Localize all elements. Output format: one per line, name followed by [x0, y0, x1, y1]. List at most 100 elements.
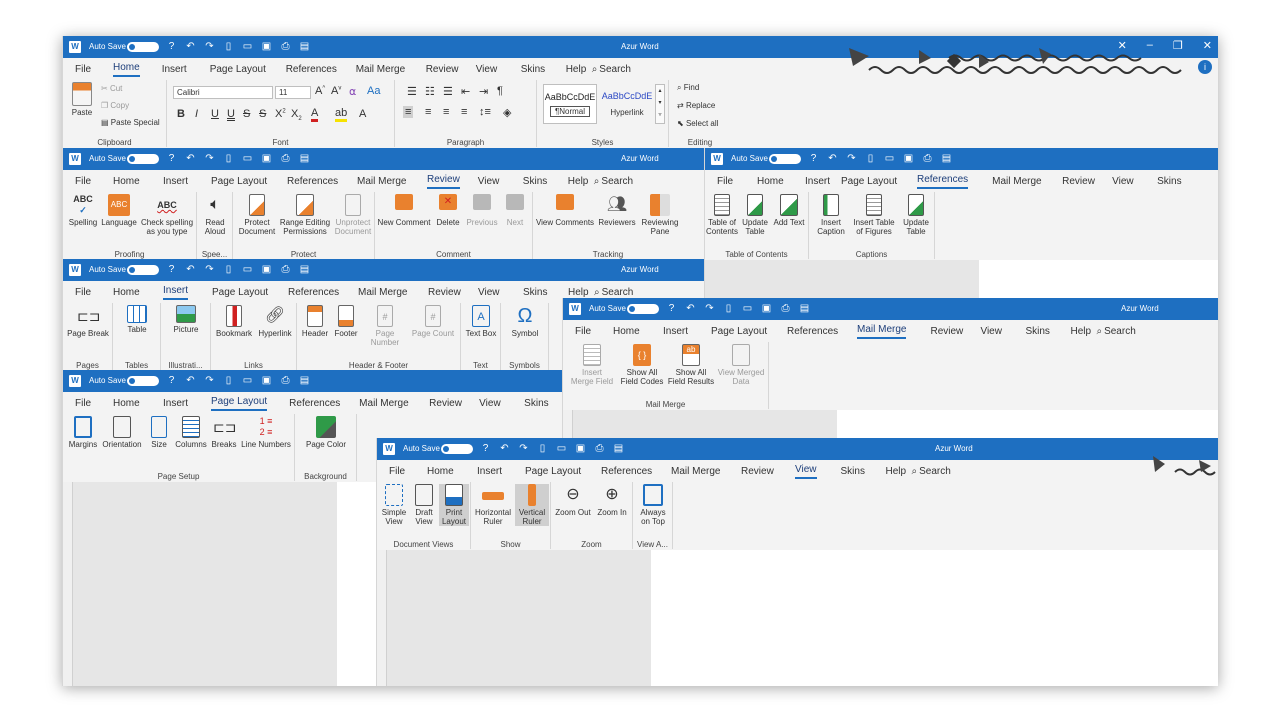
autosave-toggle[interactable] [127, 42, 159, 52]
tab-skins[interactable]: Skins [523, 287, 568, 298]
page-color-button[interactable]: Page Color [301, 416, 351, 449]
tab-references[interactable]: References [286, 64, 356, 75]
document-page[interactable] [651, 550, 1218, 686]
zoom-in-button[interactable]: ⊕ Zoom In [593, 484, 631, 517]
table-button[interactable]: Table [117, 305, 157, 334]
tab-file[interactable]: File [389, 466, 427, 477]
header-button[interactable]: Header [299, 305, 331, 338]
search-label[interactable]: Search [599, 64, 631, 75]
tab-page-layout[interactable]: Page Layout [211, 176, 287, 187]
print-icon[interactable]: ⎙ [279, 40, 292, 53]
tab-page-layout[interactable]: Page Layout [212, 287, 288, 298]
autosave-toggle[interactable] [127, 265, 159, 275]
tab-skins[interactable]: Skins [523, 176, 568, 187]
undo-icon[interactable]: ↶ [684, 302, 697, 315]
tab-insert[interactable]: Insert [163, 284, 189, 300]
tab-file[interactable]: File [75, 398, 113, 409]
tab-file[interactable]: File [75, 64, 113, 75]
redo-icon[interactable]: ↷ [203, 40, 216, 53]
search-icon[interactable]: ⌕ [1096, 326, 1102, 337]
read-aloud-button[interactable]: 🔈︎ Read Aloud [199, 194, 231, 236]
tab-view[interactable]: View [478, 176, 523, 187]
show-all-field-results-button[interactable]: ab Show All Field Results [667, 344, 715, 386]
print-preview-icon[interactable]: ▤ [298, 263, 311, 276]
vertical-ruler-button[interactable]: Vertical Ruler [515, 484, 549, 526]
tab-page-layout[interactable]: Page Layout [711, 326, 787, 337]
simple-view-button[interactable]: Simple View [379, 484, 409, 526]
print-preview-icon[interactable]: ▤ [298, 152, 311, 165]
open-folder-icon[interactable]: ▭ [883, 152, 896, 165]
new-document-icon[interactable]: ▯ [722, 302, 735, 315]
text-box-button[interactable]: A Text Box [463, 305, 499, 338]
tab-insert[interactable]: Insert [162, 64, 210, 75]
always-on-top-button[interactable]: Always on Top [635, 484, 671, 526]
autosave-toggle[interactable] [769, 154, 801, 164]
style-normal[interactable]: AaBbCcDdE ¶Normal [543, 84, 597, 124]
tab-review[interactable]: Review [428, 287, 478, 298]
autosave-toggle[interactable] [127, 154, 159, 164]
print-icon[interactable]: ⎙ [279, 263, 292, 276]
next-comment-button[interactable]: Next [501, 194, 529, 227]
insert-merge-field-button[interactable]: Insert Merge Field [567, 344, 617, 386]
insert-table-of-figures-button[interactable]: Insert Table of Figures [851, 194, 897, 236]
tab-home[interactable]: Home [427, 466, 477, 477]
grow-font-icon[interactable]: A^ [315, 85, 325, 97]
tab-view[interactable]: View [795, 463, 817, 479]
horizontal-ruler-button[interactable]: Horizontal Ruler [473, 484, 513, 526]
reviewing-pane-button[interactable]: Reviewing Pane [639, 194, 681, 236]
underline-icon[interactable]: U [211, 108, 219, 120]
redo-icon[interactable]: ↷ [703, 302, 716, 315]
tab-review[interactable]: Review [1062, 176, 1112, 187]
tab-skins[interactable]: Skins [1157, 176, 1187, 187]
save-icon[interactable]: ▣ [260, 263, 273, 276]
highlight-icon[interactable]: ab [335, 108, 348, 122]
strikethrough-icon[interactable]: S [243, 108, 250, 120]
redo-icon[interactable]: ↷ [845, 152, 858, 165]
update-table-figures-button[interactable]: Update Table [899, 194, 933, 236]
print-preview-icon[interactable]: ▤ [298, 40, 311, 53]
undo-icon[interactable]: ↶ [184, 152, 197, 165]
insert-caption-button[interactable]: Insert Caption [813, 194, 849, 236]
tab-mail-merge[interactable]: Mail Merge [359, 398, 429, 409]
tab-review[interactable]: Review [429, 398, 479, 409]
tab-help[interactable]: Help [566, 64, 592, 75]
tab-insert[interactable]: Insert [805, 176, 841, 187]
paste-button[interactable]: Paste [67, 82, 97, 117]
open-folder-icon[interactable]: ▭ [241, 374, 254, 387]
superscript-icon[interactable]: X2 [275, 108, 286, 120]
tab-mail-merge[interactable]: Mail Merge [857, 323, 907, 339]
tab-page-layout[interactable]: Page Layout [211, 395, 268, 411]
print-icon[interactable]: ⎙ [921, 152, 934, 165]
save-icon[interactable]: ▣ [574, 442, 587, 455]
show-marks-icon[interactable]: ¶ [497, 85, 503, 97]
tab-home[interactable]: Home [113, 61, 140, 77]
undo-icon[interactable]: ↶ [184, 263, 197, 276]
tab-view[interactable]: View [476, 64, 521, 75]
page-count-button[interactable]: # Page Count [409, 305, 457, 338]
show-all-field-codes-button[interactable]: { } Show All Field Codes [619, 344, 665, 386]
bookmark-button[interactable]: Bookmark [215, 305, 253, 338]
redo-icon[interactable]: ↷ [203, 152, 216, 165]
autosave-toggle[interactable] [441, 444, 473, 454]
redo-icon[interactable]: ↷ [203, 374, 216, 387]
symbol-button[interactable]: Ω Symbol [505, 305, 545, 338]
shrink-font-icon[interactable]: Av [331, 85, 341, 97]
styles-scroll[interactable]: ▴ ▾ ▿ [655, 84, 665, 124]
protect-document-button[interactable]: Protect Document [237, 194, 277, 236]
range-editing-button[interactable]: Range Editing Permissions [279, 194, 331, 236]
line-spacing-icon[interactable]: ↕≡ [479, 106, 491, 118]
align-right-icon[interactable]: ≡ [443, 106, 449, 118]
new-document-icon[interactable]: ▯ [222, 374, 235, 387]
view-comments-button[interactable]: View Comments [535, 194, 595, 227]
reviewers-button[interactable]: 👥︎ Reviewers [597, 194, 637, 227]
tab-review[interactable]: Review [426, 64, 476, 75]
new-document-icon[interactable]: ▯ [864, 152, 877, 165]
unprotect-document-button[interactable]: Unprotect Document [333, 194, 373, 236]
print-icon[interactable]: ⎙ [279, 152, 292, 165]
new-comment-button[interactable]: New Comment [377, 194, 431, 227]
table-of-contents-button[interactable]: Table of Contents [705, 194, 739, 236]
delete-comment-button[interactable]: ✕ Delete [433, 194, 463, 227]
tab-mail-merge[interactable]: Mail Merge [356, 64, 426, 75]
tab-home[interactable]: Home [757, 176, 805, 187]
paste-special-button[interactable]: ▤ Paste Special [101, 118, 160, 127]
